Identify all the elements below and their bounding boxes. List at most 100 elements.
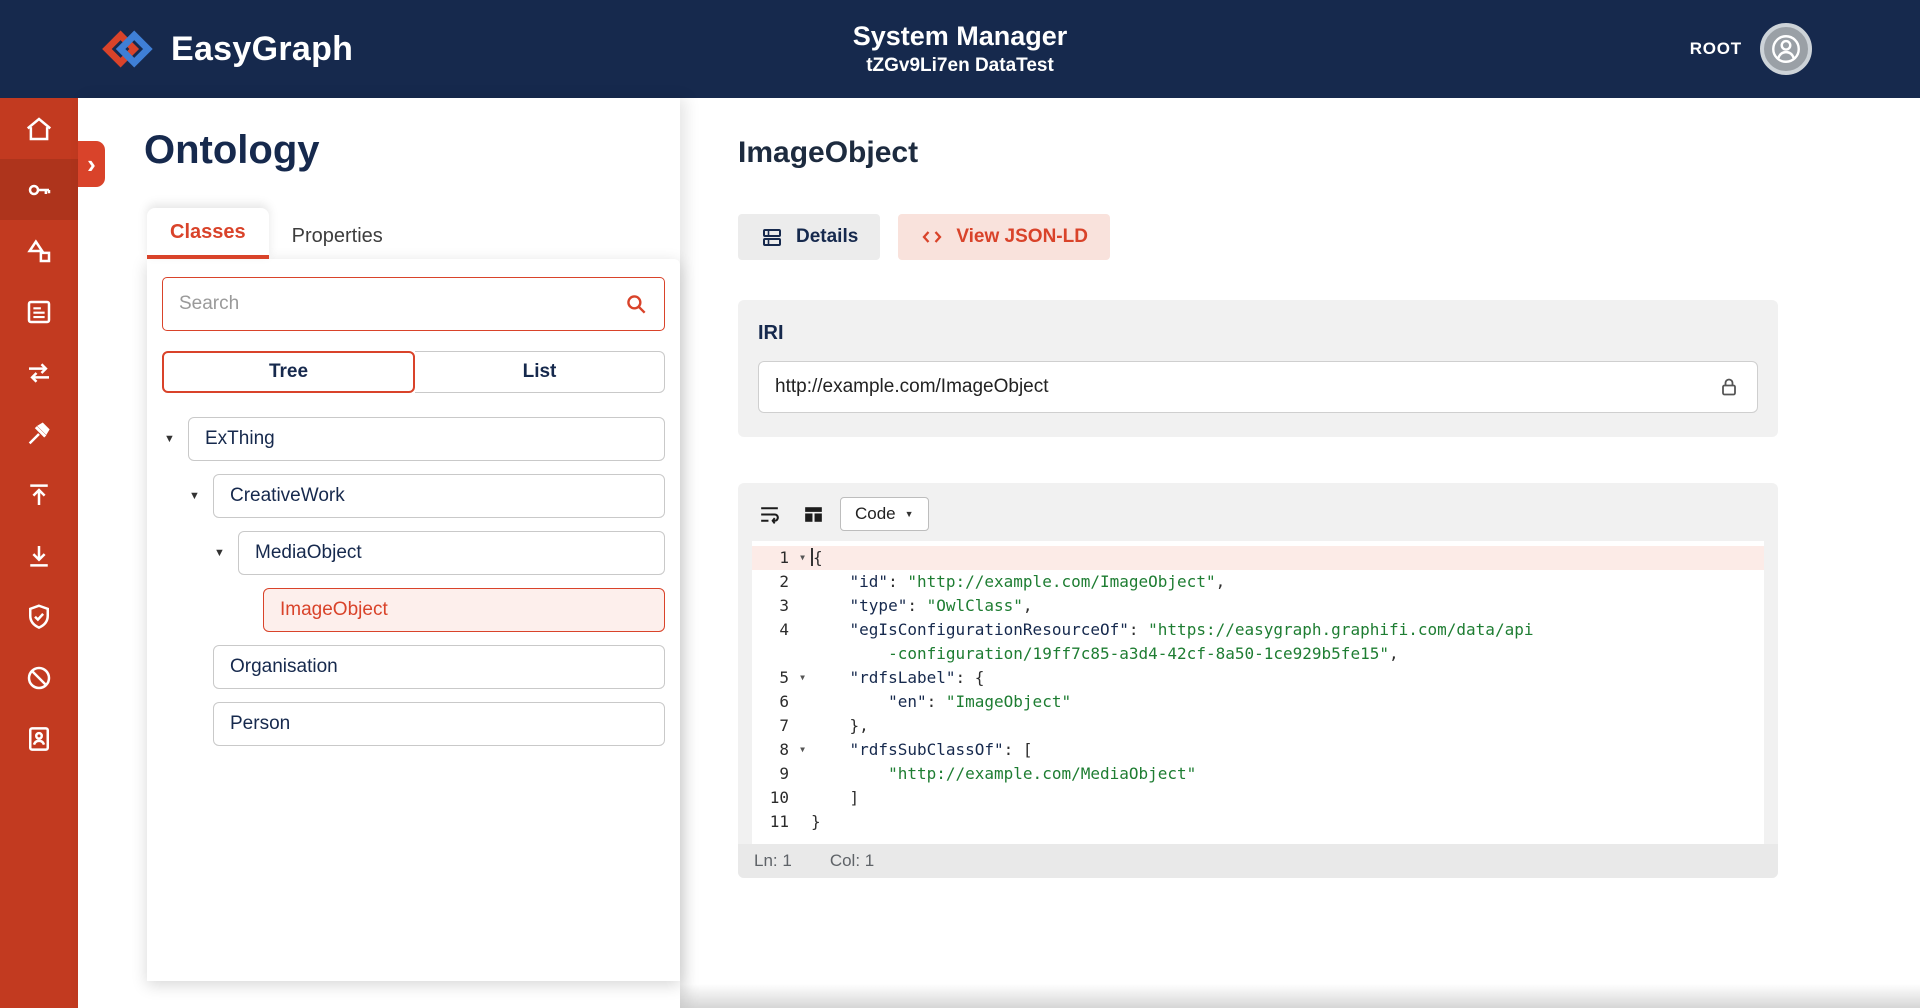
table-view-icon[interactable] — [796, 499, 830, 529]
line-number: 10 — [752, 786, 794, 810]
toggle-list[interactable]: List — [415, 351, 665, 393]
details-icon — [760, 225, 784, 249]
detail-actions: Details View JSON-LD — [738, 214, 1778, 260]
fold-spacer — [794, 642, 811, 666]
line-number: 4 — [752, 618, 794, 642]
fold-spacer — [794, 714, 811, 738]
code-line[interactable]: 3 "type": "OwlClass", — [752, 594, 1764, 618]
line-number: 6 — [752, 690, 794, 714]
code-line-content: }, — [811, 714, 1764, 738]
iri-card: IRI http://example.com/ImageObject — [738, 300, 1778, 437]
tree-caret-icon[interactable]: ▼ — [187, 490, 213, 502]
view-json-ld-button[interactable]: View JSON-LD — [898, 214, 1110, 260]
sidebar-item-id-badge[interactable] — [0, 708, 78, 769]
sidebar-item-swap-arrows[interactable] — [0, 342, 78, 403]
fold-spacer — [794, 618, 811, 642]
code-line[interactable]: 1▼{ — [752, 546, 1764, 570]
brand[interactable]: EasyGraph — [0, 24, 353, 74]
editor-mode-label: Code — [855, 504, 896, 524]
editor-mode-dropdown[interactable]: Code ▼ — [840, 497, 929, 531]
fold-spacer — [794, 570, 811, 594]
tree-node-imageobject[interactable]: ImageObject — [263, 588, 665, 632]
shapes-icon — [24, 236, 54, 266]
search-input[interactable] — [162, 277, 665, 331]
iri-field[interactable]: http://example.com/ImageObject — [758, 361, 1758, 413]
chevron-down-icon: ▼ — [905, 509, 914, 519]
code-line[interactable]: 8▼ "rdfsSubClassOf": [ — [752, 738, 1764, 762]
tree-node-exthing[interactable]: ExThing — [188, 417, 665, 461]
sidebar-item-shapes[interactable] — [0, 220, 78, 281]
code-line[interactable]: 7 }, — [752, 714, 1764, 738]
wrap-lines-icon[interactable] — [752, 499, 786, 529]
line-number: 5 — [752, 666, 794, 690]
code-line[interactable]: 6 "en": "ImageObject" — [752, 690, 1764, 714]
line-number — [752, 642, 794, 666]
classes-card: Tree List ▼ExThing▼CreativeWork▼MediaObj… — [147, 259, 680, 981]
line-number: 3 — [752, 594, 794, 618]
code-line[interactable]: 10 ] — [752, 786, 1764, 810]
tree-caret-icon[interactable]: ▼ — [162, 433, 188, 445]
fold-icon[interactable]: ▼ — [794, 738, 811, 762]
line-number: 2 — [752, 570, 794, 594]
tree-row: Organisation — [162, 645, 665, 689]
code-line[interactable]: 9 "http://example.com/MediaObject" — [752, 762, 1764, 786]
tab-properties[interactable]: Properties — [269, 212, 406, 259]
user-avatar[interactable] — [1760, 23, 1812, 75]
tree-node-person[interactable]: Person — [213, 702, 665, 746]
id-badge-icon — [24, 724, 54, 754]
detail-title: ImageObject — [738, 136, 1778, 170]
detail-panel: ImageObject Details View JSON-LD IRI htt… — [680, 98, 1920, 1008]
tab-classes[interactable]: Classes — [147, 208, 269, 259]
ontology-tabs: Classes Properties — [147, 208, 680, 259]
details-button-label: Details — [796, 226, 858, 248]
upload-icon — [24, 480, 54, 510]
tree-node-creativework[interactable]: CreativeWork — [213, 474, 665, 518]
line-number: 1 — [752, 546, 794, 570]
sidebar-item-download[interactable] — [0, 525, 78, 586]
tree-caret-icon[interactable]: ▼ — [212, 547, 238, 559]
sidebar-item-key[interactable] — [0, 159, 78, 220]
user-label: ROOT — [1690, 39, 1742, 59]
code-line[interactable]: 4 "egIsConfigurationResourceOf": "https:… — [752, 618, 1764, 642]
shield-check-icon — [24, 602, 54, 632]
view-json-ld-label: View JSON-LD — [956, 226, 1088, 248]
fold-icon[interactable]: ▼ — [794, 666, 811, 690]
page-title: Ontology — [144, 126, 680, 174]
code-line[interactable]: 11} — [752, 810, 1764, 834]
status-line: Ln: 1 — [754, 851, 792, 871]
fold-spacer — [794, 810, 811, 834]
sidebar-item-block[interactable] — [0, 647, 78, 708]
fold-spacer — [794, 786, 811, 810]
toggle-tree[interactable]: Tree — [162, 351, 415, 393]
download-icon — [24, 541, 54, 571]
details-button[interactable]: Details — [738, 214, 880, 260]
fold-spacer — [794, 690, 811, 714]
swap-arrows-icon — [24, 358, 54, 388]
search-box — [162, 277, 665, 331]
sidebar-item-home[interactable] — [0, 98, 78, 159]
iri-value: http://example.com/ImageObject — [775, 376, 1049, 398]
code-brackets-icon — [920, 225, 944, 249]
code-line[interactable]: -configuration/19ff7c85-a3d4-42cf-8a50-1… — [752, 642, 1764, 666]
json-editor-card: Code ▼ 1▼{2 "id": "http://example.com/Im… — [738, 483, 1778, 878]
tree-node-organisation[interactable]: Organisation — [213, 645, 665, 689]
easygraph-logo-icon — [95, 24, 153, 74]
tree-row: ▼CreativeWork — [162, 474, 665, 518]
tree-row: ▼ExThing — [162, 417, 665, 461]
panel-expand-button[interactable]: › — [78, 141, 105, 187]
search-icon[interactable] — [623, 291, 649, 317]
tree-node-mediaobject[interactable]: MediaObject — [238, 531, 665, 575]
code-line[interactable]: 2 "id": "http://example.com/ImageObject"… — [752, 570, 1764, 594]
sidebar-item-shield-check[interactable] — [0, 586, 78, 647]
fold-icon[interactable]: ▼ — [794, 546, 811, 570]
code-line-content: } — [811, 810, 1764, 834]
person-icon — [1769, 32, 1803, 66]
hammer-icon — [24, 419, 54, 449]
editor-statusbar: Ln: 1 Col: 1 — [738, 844, 1778, 878]
sidebar-item-form[interactable] — [0, 281, 78, 342]
key-icon — [24, 175, 54, 205]
code-line[interactable]: 5▼ "rdfsLabel": { — [752, 666, 1764, 690]
sidebar-item-upload[interactable] — [0, 464, 78, 525]
sidebar-item-hammer[interactable] — [0, 403, 78, 464]
code-editor[interactable]: 1▼{2 "id": "http://example.com/ImageObje… — [752, 541, 1764, 844]
